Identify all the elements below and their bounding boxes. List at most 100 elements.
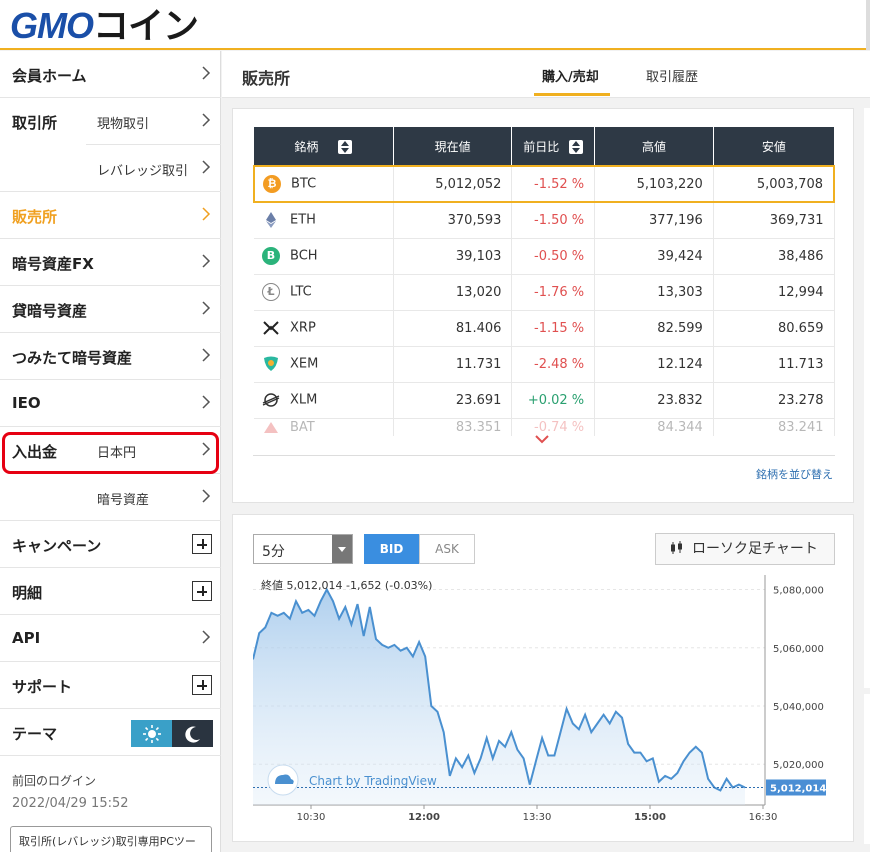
sidebar: 会員ホーム 取引所 現物取引 レバレッジ取引 販売所 暗号資産FX 貸暗号資産 … [0, 51, 221, 852]
ask-button[interactable]: ASK [419, 534, 475, 564]
chevron-right-icon [202, 630, 211, 644]
sidebar-item-campaign[interactable]: キャンペーン [0, 521, 221, 568]
sidebar-item-leverage[interactable]: レバレッジ取引 [0, 145, 221, 192]
sidebar-item-label: テーマ [12, 725, 58, 743]
chevron-right-icon [202, 348, 211, 362]
sidebar-item-label: 会員ホーム [12, 67, 87, 85]
last-login-date: 2022/04/29 15:52 [12, 796, 129, 811]
litecoin-icon: Ł [262, 283, 280, 301]
chevron-right-icon [202, 66, 211, 80]
x-tick-label: 15:00 [634, 812, 666, 823]
col-header-change[interactable]: 前日比 [511, 127, 596, 166]
chevron-right-icon [202, 207, 211, 221]
series-area [253, 589, 745, 805]
interval-value: 5分 [262, 544, 285, 560]
chevron-right-icon [202, 301, 211, 315]
sidebar-item-label: サポート [12, 678, 73, 696]
x-tick-label: 10:30 [297, 812, 326, 823]
light-theme-button[interactable] [131, 720, 172, 747]
dropdown-arrow-icon [332, 535, 352, 563]
tab-buy-sell[interactable]: 購入/売却 [542, 66, 599, 85]
expand-plus-icon[interactable] [192, 534, 212, 554]
sidebar-item-label: 取引所 [12, 114, 58, 132]
scroll-edge [866, 0, 870, 50]
col-header-high: 高値 [594, 127, 714, 166]
sidebar-item-label: 明細 [12, 584, 43, 602]
sort-icon[interactable] [338, 140, 353, 154]
sidebar-item-label: API [12, 629, 41, 647]
gmo-coin-logo[interactable]: GMOコイン [10, 6, 199, 46]
scroll-down-chevron-icon[interactable] [534, 432, 550, 448]
table-row[interactable]: Ł LTC 13,020 -1.76 % 13,303 12,994 [254, 274, 835, 311]
right-panel-edge [864, 108, 870, 688]
top-bar: GMOコイン [0, 0, 870, 50]
theme-toggle[interactable] [131, 720, 213, 747]
sidebar-subitem-crypto[interactable]: 暗号資産 [97, 489, 149, 508]
sidebar-item-ieo[interactable]: IEO [0, 380, 221, 427]
y-tick-label: 5,080,000 [773, 586, 824, 597]
sidebar-item-sales[interactable]: 販売所 [0, 192, 221, 239]
xrp-icon [262, 319, 280, 337]
sidebar-item-exchange[interactable]: 取引所 現物取引 [0, 98, 221, 145]
main-header: 販売所 購入/売却 取引履歴 [222, 51, 870, 98]
sidebar-item-label: 暗号資産FX [12, 255, 94, 273]
sidebar-item-member-home[interactable]: 会員ホーム [0, 51, 221, 98]
dark-theme-button[interactable] [172, 720, 213, 747]
nem-icon [262, 355, 280, 373]
sidebar-item-label: 貸暗号資産 [12, 302, 88, 320]
bitcoin-icon: ₿ [263, 175, 281, 193]
chevron-right-icon [202, 113, 211, 127]
sidebar-item-lending[interactable]: 貸暗号資産 [0, 286, 221, 333]
sidebar-item-api[interactable]: API [0, 615, 221, 662]
col-header-low: 安値 [713, 127, 834, 166]
sidebar-subitem-spot[interactable]: 現物取引 [97, 113, 149, 132]
sidebar-subitem-leverage[interactable]: レバレッジ取引 [97, 160, 188, 179]
table-row[interactable]: XRP 81.406 -1.15 % 82.599 80.659 [254, 310, 835, 347]
table-row[interactable]: XLM 23.691 +0.02 % 23.832 23.278 [254, 382, 835, 419]
price-chart[interactable]: 5,080,000 5,060,000 5,040,000 5,020,000 5,01… [253, 575, 835, 823]
tab-history[interactable]: 取引履歴 [646, 66, 698, 85]
x-tick-label: 13:30 [523, 812, 552, 823]
table-row[interactable]: B BCH 39,103 -0.50 % 39,424 38,486 [254, 238, 835, 275]
sort-symbols-link[interactable]: 銘柄を並び替え [756, 466, 833, 482]
ieo-highlight-box [2, 432, 219, 474]
y-tick-label: 5,040,000 [773, 702, 824, 713]
sort-icon[interactable] [569, 140, 584, 154]
main-content: 販売所 購入/売却 取引履歴 銘柄 現在値 前日比 高値 安値 ₿ BTC 5,0… [222, 51, 870, 852]
sidebar-item-statement[interactable]: 明細 [0, 568, 221, 615]
sidebar-item-tsumitate[interactable]: つみたて暗号資産 [0, 333, 221, 380]
app-root: { "brand": {"logo_gmo": "GMO", "logo_coi… [0, 0, 870, 852]
x-tick-label: 16:30 [749, 812, 778, 823]
col-header-price: 現在値 [393, 127, 513, 166]
x-tick-label: 12:00 [408, 812, 440, 823]
pc-tool-button[interactable]: 取引所(レバレッジ)取引専用PCツール [10, 826, 212, 852]
chevron-right-icon [202, 254, 211, 268]
sidebar-item-label: IEO [12, 394, 41, 412]
table-row[interactable]: XEM 11.731 -2.48 % 12.124 11.713 [254, 346, 835, 383]
price-table-panel: 銘柄 現在値 前日比 高値 安値 ₿ BTC 5,012,052 -1.52 % 5,… [232, 108, 854, 503]
last-price-tag: 5,012,014 [770, 783, 826, 794]
bat-icon [262, 421, 280, 434]
expand-plus-icon[interactable] [192, 675, 212, 695]
expand-plus-icon[interactable] [192, 581, 212, 601]
moon-icon [184, 726, 200, 743]
col-header-symbol[interactable]: 銘柄 [254, 127, 394, 166]
tab-active-underline [534, 93, 610, 96]
table-row[interactable]: ETH 370,593 -1.50 % 377,196 369,731 [254, 202, 835, 239]
candlestick-chart-button[interactable]: ローソク足チャート [655, 533, 835, 565]
last-login-label: 前回のログイン [12, 774, 97, 788]
sidebar-item-label: 販売所 [12, 208, 58, 226]
table-row[interactable]: ₿ BTC 5,012,052 -1.52 % 5,103,220 5,003,708 [252, 165, 835, 203]
chart-panel: 5分 BID ASK ローソク足チャート 5,080,000 5,060,000 5… [232, 514, 854, 842]
sidebar-item-support[interactable]: サポート [0, 662, 221, 709]
right-panel-edge [864, 694, 870, 844]
interval-select[interactable]: 5分 [253, 534, 353, 564]
sidebar-item-crypto-fx[interactable]: 暗号資産FX [0, 239, 221, 286]
chevron-right-icon [202, 489, 211, 503]
sidebar-item-label: つみたて暗号資産 [12, 349, 133, 367]
chevron-right-icon [202, 160, 211, 174]
bid-button[interactable]: BID [364, 534, 419, 564]
sun-icon [142, 724, 161, 743]
sidebar-item-deposit-crypto[interactable]: 暗号資産 [0, 474, 221, 521]
tradingview-watermark: Chart by TradingView [309, 774, 437, 788]
